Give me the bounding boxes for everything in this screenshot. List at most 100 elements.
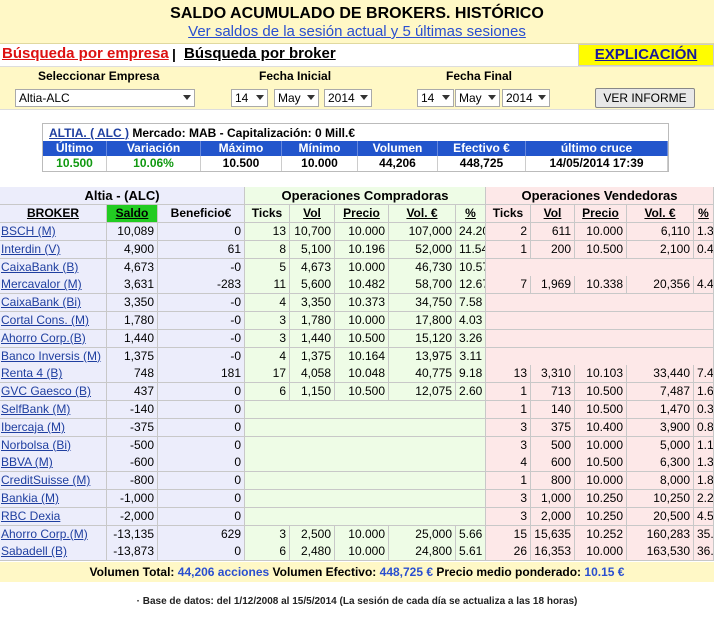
- broker-link[interactable]: CaixaBank (B): [0, 258, 107, 277]
- buy-cell: 107,000: [389, 223, 456, 241]
- sell-cell: 3,900: [627, 418, 694, 437]
- end-day-select[interactable]: 14: [417, 89, 454, 107]
- sell-cell: 10.000: [575, 472, 627, 491]
- table-row: GVC Gaesco (B) 437 0 6 1,150 10.500 12,075 2.60…: [0, 383, 714, 402]
- sell-column-header[interactable]: Vol: [531, 205, 575, 223]
- sell-cell: 2: [486, 223, 531, 241]
- broker-link[interactable]: CaixaBank (Bi): [0, 294, 107, 313]
- sell-cell: 5,000: [627, 436, 694, 455]
- broker-link[interactable]: BBVA (M): [0, 454, 107, 473]
- buy-cell: 34,750: [389, 294, 456, 313]
- buy-column-header[interactable]: %: [456, 205, 486, 223]
- buy-cell: 3: [245, 312, 290, 330]
- broker-link[interactable]: SelfBank (M): [0, 401, 107, 419]
- sell-column-header[interactable]: Vol. €: [627, 205, 694, 223]
- broker-link[interactable]: Renta 4 (B): [0, 365, 107, 384]
- quote-header-row: Último Variación Máximo Mínimo Volumen Efecti…: [43, 141, 668, 156]
- table-row: Mercavalor (M) 3,631 -283 11 5,600 10.482 58,7…: [0, 276, 714, 295]
- broker-link[interactable]: Norbolsa (Bi): [0, 436, 107, 455]
- table-row: RBC Dexia-2,0000 32,00010.25020,5004.52: [0, 507, 714, 526]
- buy-cell: 46,730: [389, 258, 456, 277]
- sell-cell: 375: [531, 418, 575, 437]
- saldo-cell: -800: [107, 472, 158, 491]
- sell-cell: 10.500: [575, 454, 627, 473]
- total-volume-label: Volumen Total:: [89, 565, 178, 579]
- buy-cell: 10.000: [335, 543, 389, 562]
- broker-link[interactable]: Ibercaja (M): [0, 418, 107, 437]
- saldo-cell: 3,631: [107, 276, 158, 295]
- broker-link[interactable]: RBC Dexia: [0, 507, 107, 526]
- subtitle-link[interactable]: Ver saldos de la sesión actual y 5 últim…: [0, 23, 714, 40]
- search-by-company-link[interactable]: Búsqueda por empresa: [2, 45, 169, 62]
- beneficio-cell: 0: [158, 472, 245, 491]
- beneficio-cell: 0: [158, 401, 245, 419]
- end-month-value: May: [459, 91, 482, 105]
- sell-empty-cell: [486, 294, 714, 313]
- table-group-header: Altia - (ALC) Operaciones Compradoras Oper…: [0, 187, 714, 205]
- saldo-cell: -2,000: [107, 507, 158, 526]
- sell-cell: 2.26: [694, 490, 714, 508]
- buy-column-header[interactable]: Precio: [335, 205, 389, 223]
- sell-cell: 3,310: [531, 365, 575, 384]
- buy-empty-cell: [245, 454, 486, 473]
- explanation-link[interactable]: EXPLICACIÓN: [578, 44, 714, 66]
- buy-cell: 5: [245, 258, 290, 277]
- buy-column-header[interactable]: Vol: [290, 205, 335, 223]
- buy-cell: 12.67: [456, 276, 486, 295]
- start-day-select[interactable]: 14: [231, 89, 268, 107]
- saldo-cell: 437: [107, 383, 158, 402]
- company-select[interactable]: Altia-ALC: [15, 89, 195, 107]
- buy-cell: 12,075: [389, 383, 456, 402]
- end-month-select[interactable]: May: [455, 89, 500, 107]
- sell-column-header[interactable]: %: [694, 205, 714, 223]
- sell-cell: 1,470: [627, 401, 694, 419]
- broker-link[interactable]: CreditSuisse (M): [0, 472, 107, 491]
- sell-column-header[interactable]: Precio: [575, 205, 627, 223]
- broker-link[interactable]: Interdin (V): [0, 240, 107, 259]
- saldo-cell: 3,350: [107, 294, 158, 313]
- start-day-value: 14: [235, 91, 249, 105]
- broker-link[interactable]: Bankia (M): [0, 490, 107, 508]
- quote-value-cell: 10.500: [201, 156, 282, 171]
- broker-link[interactable]: Banco Inversis (M): [0, 347, 107, 366]
- total-volume-value: 44,206 acciones: [177, 565, 270, 579]
- beneficio-cell: 0: [158, 436, 245, 455]
- start-year-select[interactable]: 2014: [324, 89, 372, 107]
- broker-link[interactable]: Ahorro Corp.(M): [0, 525, 107, 544]
- table-row: BSCH (M) 10,089 0 13 10,700 10.000 107,000 24.2…: [0, 223, 714, 241]
- buy-cell: 1,440: [290, 329, 335, 348]
- end-year-select[interactable]: 2014: [502, 89, 550, 107]
- company-link[interactable]: ALTIA. ( ALC ): [49, 126, 129, 140]
- buy-empty-cell: [245, 472, 486, 491]
- buy-column-header[interactable]: Vol. €: [389, 205, 456, 223]
- broker-link[interactable]: Ahorro Corp.(B): [0, 329, 107, 348]
- sell-cell: 10.500: [575, 401, 627, 419]
- broker-link[interactable]: BSCH (M): [0, 223, 107, 241]
- broker-column-header[interactable]: BROKER: [0, 205, 107, 223]
- buy-operations-header: Operaciones Compradoras: [245, 187, 486, 205]
- sell-cell: 33,440: [627, 365, 694, 384]
- saldo-cell: 1,440: [107, 329, 158, 348]
- sell-cell: 7.49: [694, 365, 714, 384]
- broker-link[interactable]: Sabadell (B): [0, 543, 107, 562]
- broker-link[interactable]: Cortal Cons. (M): [0, 312, 107, 330]
- table-row: BBVA (M)-6000 460010.5006,3001.36: [0, 454, 714, 473]
- start-month-select[interactable]: May: [274, 89, 319, 107]
- broker-link[interactable]: Mercavalor (M): [0, 276, 107, 295]
- buy-cell: 5.66: [456, 525, 486, 544]
- buy-cell: 17: [245, 365, 290, 384]
- view-report-button[interactable]: VER INFORME: [595, 88, 695, 108]
- search-by-broker-link[interactable]: Búsqueda por broker: [184, 45, 336, 62]
- chevron-down-icon: [442, 95, 450, 100]
- beneficio-cell: 0: [158, 490, 245, 508]
- buy-cell: 24.20: [456, 223, 486, 241]
- sell-cell: 1.36: [694, 454, 714, 473]
- broker-link[interactable]: GVC Gaesco (B): [0, 383, 107, 402]
- saldo-column-header[interactable]: Saldo: [107, 205, 158, 223]
- beneficio-cell: -283: [158, 276, 245, 295]
- saldo-cell: 4,900: [107, 240, 158, 259]
- sell-cell: 1.38: [694, 223, 714, 241]
- buy-column-header: Ticks: [245, 205, 290, 223]
- beneficio-cell: -0: [158, 258, 245, 277]
- sell-cell: 160,283: [627, 525, 694, 544]
